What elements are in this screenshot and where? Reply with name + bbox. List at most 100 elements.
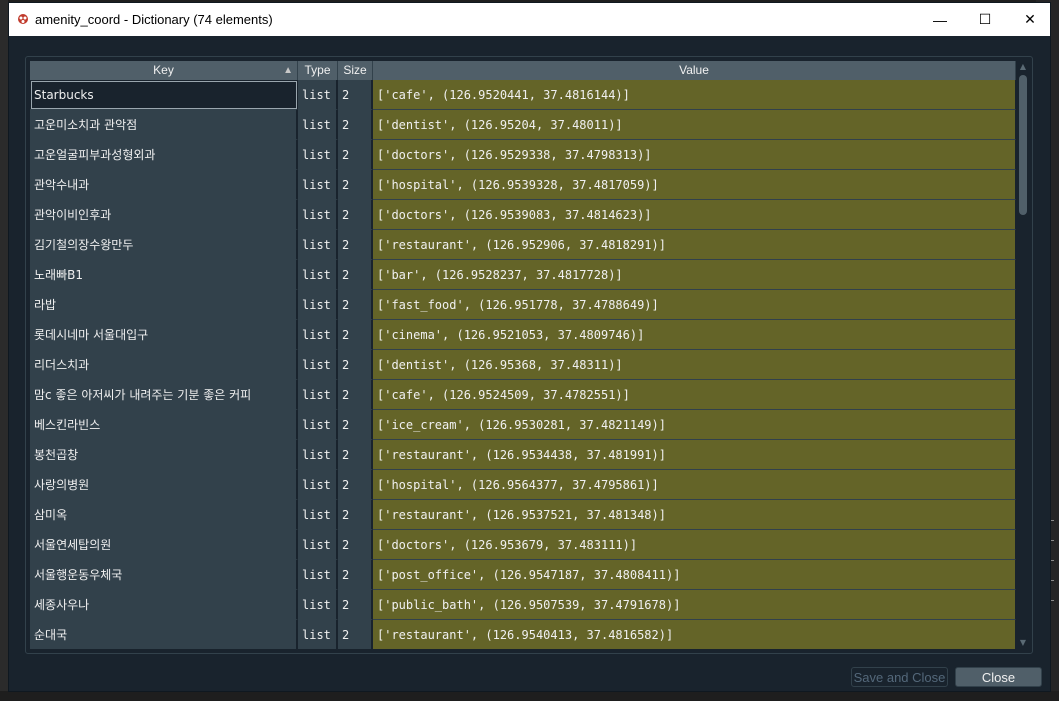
header-key[interactable]: Key ▲ bbox=[30, 61, 298, 80]
cell-type[interactable]: list bbox=[298, 440, 338, 470]
cell-type[interactable]: list bbox=[298, 410, 338, 440]
cell-type[interactable]: list bbox=[298, 530, 338, 560]
table-row[interactable]: 고운미소치과 관악점 list 2 ['dentist', (126.95204, 3… bbox=[30, 110, 1016, 140]
cell-type[interactable]: list bbox=[298, 320, 338, 350]
table-row[interactable]: 세종사우나 list 2 ['public_bath', (126.9507539, … bbox=[30, 590, 1016, 620]
cell-key[interactable]: 롯데시네마 서울대입구 bbox=[30, 320, 298, 350]
title-bar[interactable]: amenity_coord - Dictionary (74 elements)… bbox=[9, 3, 1050, 36]
table-row[interactable]: 리더스치과 list 2 ['dentist', (126.95368, 37.483… bbox=[30, 350, 1016, 380]
scroll-down-icon[interactable]: ▼ bbox=[1016, 637, 1030, 649]
scroll-up-icon[interactable]: ▲ bbox=[1016, 61, 1030, 73]
cell-key[interactable]: 세종사우나 bbox=[30, 590, 298, 620]
cell-value[interactable]: ['doctors', (126.9539083, 37.4814623)] bbox=[373, 200, 1016, 230]
cell-size[interactable]: 2 bbox=[338, 290, 373, 320]
cell-key[interactable]: 고운얼굴피부과성형외과 bbox=[30, 140, 298, 170]
cell-key[interactable]: 관악수내과 bbox=[30, 170, 298, 200]
cell-value[interactable]: ['doctors', (126.9529338, 37.4798313)] bbox=[373, 140, 1016, 170]
cell-key[interactable]: 사랑의병원 bbox=[30, 470, 298, 500]
cell-value[interactable]: ['restaurant', (126.9537521, 37.481348)] bbox=[373, 500, 1016, 530]
cell-type[interactable]: list bbox=[298, 110, 338, 140]
cell-key[interactable]: 순대국 bbox=[30, 620, 298, 649]
cell-key[interactable]: 맘c 좋은 아저씨가 내려주는 기분 좋은 커피 bbox=[30, 380, 298, 410]
cell-size[interactable]: 2 bbox=[338, 530, 373, 560]
cell-value[interactable]: ['cafe', (126.9524509, 37.4782551)] bbox=[373, 380, 1016, 410]
cell-size[interactable]: 2 bbox=[338, 200, 373, 230]
cell-type[interactable]: list bbox=[298, 80, 338, 110]
table-row[interactable]: 노래빠B1 list 2 ['bar', (126.9528237, 37.48177… bbox=[30, 260, 1016, 290]
cell-size[interactable]: 2 bbox=[338, 470, 373, 500]
cell-type[interactable]: list bbox=[298, 140, 338, 170]
cell-type[interactable]: list bbox=[298, 620, 338, 649]
save-and-close-button[interactable]: Save and Close bbox=[851, 667, 948, 687]
cell-key[interactable]: 노래빠B1 bbox=[30, 260, 298, 290]
cell-value[interactable]: ['dentist', (126.95368, 37.48311)] bbox=[373, 350, 1016, 380]
cell-type[interactable]: list bbox=[298, 590, 338, 620]
cell-size[interactable]: 2 bbox=[338, 320, 373, 350]
maximize-button[interactable]: ☐ bbox=[962, 3, 1008, 36]
cell-size[interactable]: 2 bbox=[338, 170, 373, 200]
cell-size[interactable]: 2 bbox=[338, 380, 373, 410]
table-row[interactable]: 순대국 list 2 ['restaurant', (126.9540413, 37.… bbox=[30, 620, 1016, 649]
table-row[interactable]: 라밥 list 2 ['fast_food', (126.951778, 37.478… bbox=[30, 290, 1016, 320]
table-row[interactable]: 삼미옥 list 2 ['restaurant', (126.9537521, 37.… bbox=[30, 500, 1016, 530]
cell-key[interactable]: 관악이비인후과 bbox=[30, 200, 298, 230]
cell-key[interactable]: 삼미옥 bbox=[30, 500, 298, 530]
cell-value[interactable]: ['bar', (126.9528237, 37.4817728)] bbox=[373, 260, 1016, 290]
cell-key[interactable]: 봉천곱창 bbox=[30, 440, 298, 470]
header-type[interactable]: Type bbox=[298, 61, 338, 80]
table-row[interactable]: 봉천곱창 list 2 ['restaurant', (126.9534438, 37… bbox=[30, 440, 1016, 470]
cell-value[interactable]: ['restaurant', (126.9534438, 37.481991)] bbox=[373, 440, 1016, 470]
cell-size[interactable]: 2 bbox=[338, 350, 373, 380]
dictionary-table[interactable]: Key ▲ Type Size Value Starbucks list 2 ['ca… bbox=[30, 61, 1016, 649]
cell-key[interactable]: 서울연세탑의원 bbox=[30, 530, 298, 560]
table-row[interactable]: 서울연세탑의원 list 2 ['doctors', (126.953679, 37.… bbox=[30, 530, 1016, 560]
cell-key[interactable]: 베스킨라빈스 bbox=[30, 410, 298, 440]
cell-type[interactable]: list bbox=[298, 350, 338, 380]
cell-size[interactable]: 2 bbox=[338, 620, 373, 649]
cell-type[interactable]: list bbox=[298, 200, 338, 230]
cell-value[interactable]: ['public_bath', (126.9507539, 37.4791678… bbox=[373, 590, 1016, 620]
minimize-button[interactable]: — bbox=[917, 3, 963, 36]
cell-value[interactable]: ['ice_cream', (126.9530281, 37.4821149)] bbox=[373, 410, 1016, 440]
cell-size[interactable]: 2 bbox=[338, 140, 373, 170]
cell-size[interactable]: 2 bbox=[338, 560, 373, 590]
cell-value[interactable]: ['restaurant', (126.9540413, 37.4816582)… bbox=[373, 620, 1016, 649]
table-row[interactable]: 고운얼굴피부과성형외과 list 2 ['doctors', (126.9529338… bbox=[30, 140, 1016, 170]
cell-value[interactable]: ['cafe', (126.9520441, 37.4816144)] bbox=[373, 80, 1016, 110]
table-row[interactable]: 사랑의병원 list 2 ['hospital', (126.9564377, 37.… bbox=[30, 470, 1016, 500]
cell-value[interactable]: ['hospital', (126.9539328, 37.4817059)] bbox=[373, 170, 1016, 200]
cell-size[interactable]: 2 bbox=[338, 410, 373, 440]
cell-type[interactable]: list bbox=[298, 260, 338, 290]
cell-value[interactable]: ['fast_food', (126.951778, 37.4788649)] bbox=[373, 290, 1016, 320]
cell-key[interactable]: 김기철의장수왕만두 bbox=[30, 230, 298, 260]
cell-key[interactable]: 고운미소치과 관악점 bbox=[30, 110, 298, 140]
header-size[interactable]: Size bbox=[338, 61, 373, 80]
cell-size[interactable]: 2 bbox=[338, 80, 373, 110]
cell-type[interactable]: list bbox=[298, 170, 338, 200]
cell-size[interactable]: 2 bbox=[338, 260, 373, 290]
cell-type[interactable]: list bbox=[298, 290, 338, 320]
cell-type[interactable]: list bbox=[298, 560, 338, 590]
table-row[interactable]: 김기철의장수왕만두 list 2 ['restaurant', (126.952906… bbox=[30, 230, 1016, 260]
cell-type[interactable]: list bbox=[298, 230, 338, 260]
cell-type[interactable]: list bbox=[298, 470, 338, 500]
cell-size[interactable]: 2 bbox=[338, 230, 373, 260]
cell-key[interactable]: Starbucks bbox=[30, 80, 298, 110]
scroll-track[interactable] bbox=[1019, 75, 1027, 635]
close-button[interactable]: Close bbox=[955, 667, 1042, 687]
table-row[interactable]: 서울행운동우체국 list 2 ['post_office', (126.954718… bbox=[30, 560, 1016, 590]
table-row[interactable]: 맘c 좋은 아저씨가 내려주는 기분 좋은 커피 list 2 ['cafe', (1… bbox=[30, 380, 1016, 410]
cell-value[interactable]: ['doctors', (126.953679, 37.483111)] bbox=[373, 530, 1016, 560]
cell-key[interactable]: 서울행운동우체국 bbox=[30, 560, 298, 590]
cell-size[interactable]: 2 bbox=[338, 590, 373, 620]
header-value[interactable]: Value bbox=[373, 61, 1016, 80]
table-row[interactable]: 관악수내과 list 2 ['hospital', (126.9539328, 37.… bbox=[30, 170, 1016, 200]
cell-size[interactable]: 2 bbox=[338, 110, 373, 140]
cell-key[interactable]: 리더스치과 bbox=[30, 350, 298, 380]
cell-type[interactable]: list bbox=[298, 380, 338, 410]
cell-size[interactable]: 2 bbox=[338, 500, 373, 530]
cell-value[interactable]: ['restaurant', (126.952906, 37.4818291)] bbox=[373, 230, 1016, 260]
cell-size[interactable]: 2 bbox=[338, 440, 373, 470]
table-row[interactable]: 관악이비인후과 list 2 ['doctors', (126.9539083, 37… bbox=[30, 200, 1016, 230]
table-row[interactable]: 베스킨라빈스 list 2 ['ice_cream', (126.9530281, 3… bbox=[30, 410, 1016, 440]
